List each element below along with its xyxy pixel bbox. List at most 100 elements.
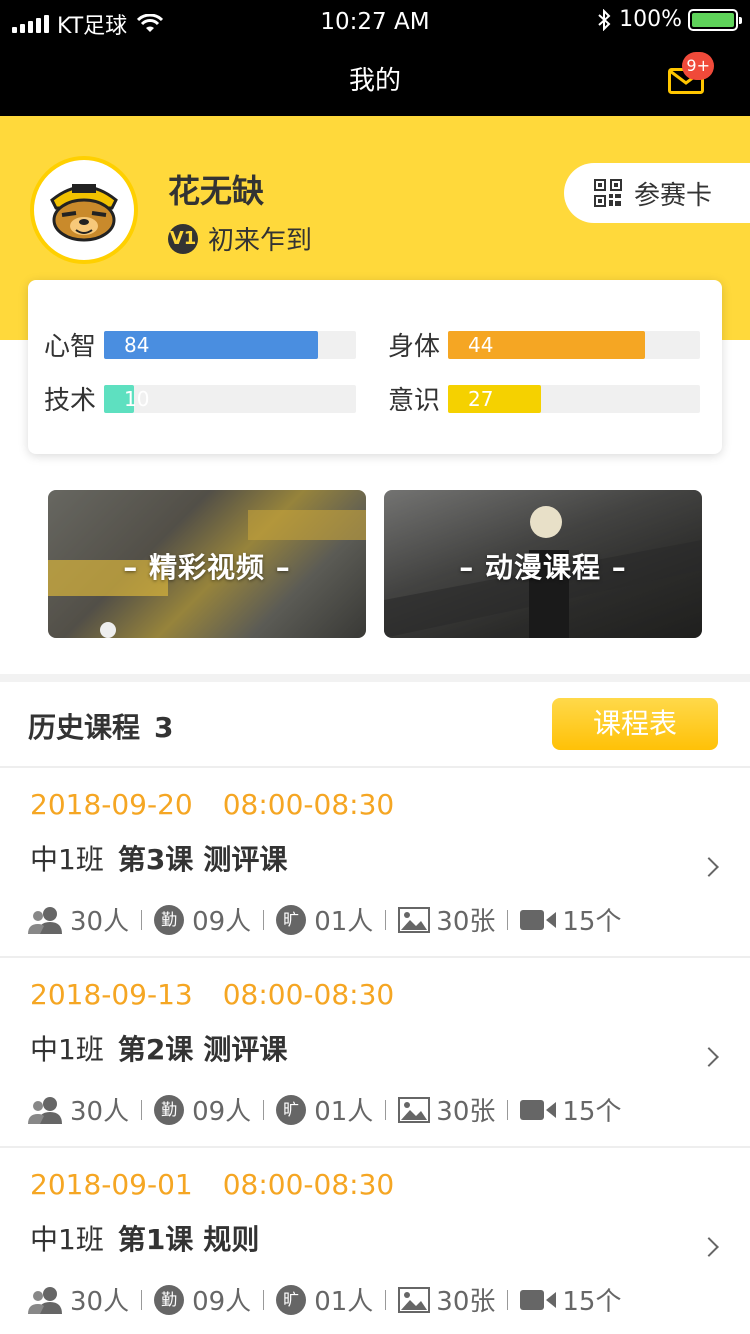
stat-bar: 84: [104, 330, 356, 359]
history-count: 3: [154, 711, 174, 744]
absence-icon: 旷: [276, 1094, 307, 1125]
mascot-avatar-icon: [50, 184, 118, 242]
course-item[interactable]: 2018-09-13 08:00-08:30 中1班 第2课 测评课 30人 勤 09人…: [0, 958, 750, 1148]
course-time: 08:00-08:30: [222, 978, 395, 1011]
present-count: 09人: [192, 1097, 252, 1127]
stat-label: 技术: [44, 386, 97, 416]
section-divider: [0, 674, 750, 682]
banner-label: – 动漫课程 –: [459, 551, 627, 584]
stat-mind: 心智 84: [44, 326, 356, 363]
photo-count: 30张: [436, 907, 496, 937]
history-title: 历史课程 3: [28, 706, 174, 746]
absence-icon: 旷: [276, 1284, 307, 1315]
entry-card-label: 参赛卡: [634, 180, 713, 211]
course-date: 2018-09-20: [30, 788, 193, 821]
course-class: 中1班: [30, 1033, 104, 1066]
photo-icon: [398, 1096, 431, 1123]
people-count: 30人: [70, 1097, 130, 1127]
absent-count: 01人: [314, 1287, 374, 1317]
user-level: V1 初来乍到: [168, 220, 312, 257]
video-icon: [520, 1289, 557, 1310]
page-title: 我的: [348, 66, 401, 96]
course-date: 2018-09-01: [30, 1168, 193, 1201]
animation-course-banner[interactable]: – 动漫课程 –: [384, 490, 702, 638]
people-count: 30人: [70, 907, 130, 937]
stat-bar: 10: [104, 384, 356, 413]
stat-body: 身体 44: [388, 326, 700, 363]
chevron-right-icon: [699, 857, 719, 877]
people-icon: [28, 1286, 62, 1314]
present-count: 09人: [192, 907, 252, 937]
photo-icon: [398, 1286, 431, 1313]
course-lesson: 第1课: [117, 1223, 194, 1256]
stat-label: 心智: [44, 332, 97, 362]
ability-stats-card: 心智 84 身体 44 技术 10 意识 27: [28, 280, 722, 454]
people-icon: [28, 906, 62, 934]
photo-count: 30张: [436, 1097, 496, 1127]
video-icon: [520, 909, 557, 930]
course-lesson: 第2课: [117, 1033, 194, 1066]
video-count: 15个: [562, 907, 622, 937]
absent-count: 01人: [314, 907, 374, 937]
photo-count: 30张: [436, 1287, 496, 1317]
course-title: 中1班 第3课 测评课: [30, 838, 287, 878]
course-datetime: 2018-09-01 08:00-08:30: [30, 1168, 394, 1201]
course-lesson: 第3课: [117, 843, 194, 876]
stat-value: 27: [468, 386, 494, 411]
qr-code-icon: [594, 179, 622, 207]
stat-label: 意识: [388, 386, 441, 416]
stat-value: 44: [468, 332, 494, 357]
bluetooth-icon: [598, 8, 611, 31]
attendance-icon: 勤: [154, 1094, 185, 1125]
status-bar: KT足球 10:27 AM 100%: [0, 0, 750, 40]
course-datetime: 2018-09-20 08:00-08:30: [30, 788, 394, 821]
schedule-button[interactable]: 课程表: [552, 698, 718, 750]
stat-awareness: 意识 27: [388, 380, 700, 417]
course-class: 中1班: [30, 843, 104, 876]
chevron-right-icon: [699, 1237, 719, 1257]
attendance-icon: 勤: [154, 1284, 185, 1315]
stat-value: 10: [124, 386, 150, 411]
notification-badge: 9+: [682, 52, 714, 80]
nav-bar: 我的 9+: [0, 40, 750, 116]
course-metrics: 30人 勤 09人 旷 01人 30张 15个: [28, 901, 621, 938]
banner-label: – 精彩视频 –: [123, 551, 291, 584]
level-badge-icon: V1: [168, 223, 198, 254]
stat-bar: 44: [448, 330, 700, 359]
avatar[interactable]: [30, 156, 138, 264]
entry-card-button[interactable]: 参赛卡: [564, 163, 750, 223]
video-count: 15个: [562, 1287, 622, 1317]
course-datetime: 2018-09-13 08:00-08:30: [30, 978, 394, 1011]
highlight-video-banner[interactable]: – 精彩视频 –: [48, 490, 366, 638]
present-count: 09人: [192, 1287, 252, 1317]
course-type: 测评课: [203, 843, 288, 876]
history-title-label: 历史课程: [28, 711, 141, 744]
video-count: 15个: [562, 1097, 622, 1127]
battery-percent: 100%: [619, 7, 682, 32]
course-metrics: 30人 勤 09人 旷 01人 30张 15个: [28, 1091, 621, 1128]
course-type: 规则: [203, 1223, 260, 1256]
course-date: 2018-09-13: [30, 978, 193, 1011]
stat-fill: [448, 384, 542, 413]
battery-icon: [688, 8, 742, 31]
people-count: 30人: [70, 1287, 130, 1317]
absence-icon: 旷: [276, 904, 307, 935]
course-item[interactable]: 2018-09-01 08:00-08:30 中1班 第1课 规则 30人 勤 09人 …: [0, 1148, 750, 1334]
course-metrics: 30人 勤 09人 旷 01人 30张 15个: [28, 1281, 621, 1318]
attendance-icon: 勤: [154, 904, 185, 935]
course-class: 中1班: [30, 1223, 104, 1256]
course-time: 08:00-08:30: [222, 1168, 395, 1201]
stat-label: 身体: [388, 332, 441, 362]
stat-technique: 技术 10: [44, 380, 356, 417]
level-label: 初来乍到: [208, 226, 313, 256]
stat-value: 84: [124, 332, 150, 357]
photo-icon: [398, 906, 431, 933]
course-title: 中1班 第2课 测评课: [30, 1028, 287, 1068]
chevron-right-icon: [699, 1047, 719, 1067]
course-title: 中1班 第1课 规则: [30, 1218, 259, 1258]
course-time: 08:00-08:30: [222, 788, 395, 821]
course-type: 测评课: [203, 1033, 288, 1066]
video-icon: [520, 1099, 557, 1120]
course-item[interactable]: 2018-09-20 08:00-08:30 中1班 第3课 测评课 30人 勤 09人…: [0, 768, 750, 958]
stat-bar: 27: [448, 384, 700, 413]
